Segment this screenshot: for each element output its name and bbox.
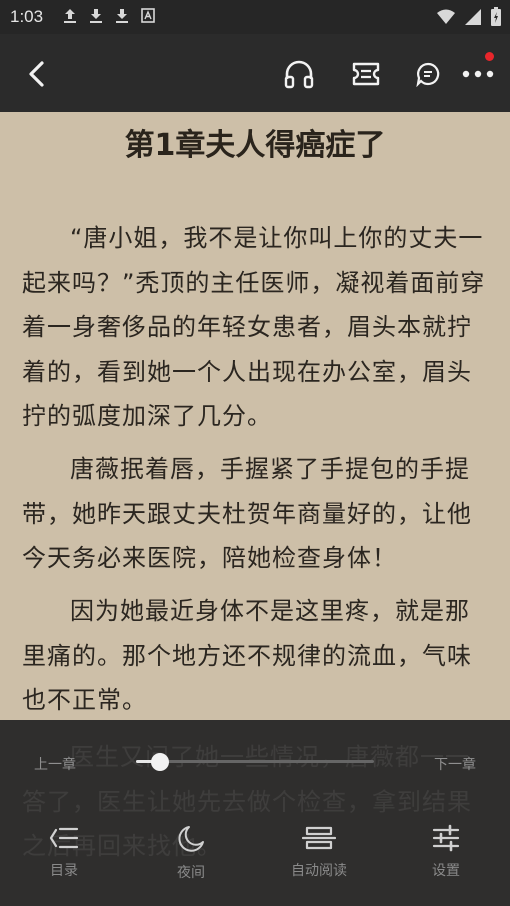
toc-label: 目录 (50, 863, 78, 879)
comment-icon (416, 62, 440, 87)
progress-thumb[interactable] (150, 753, 169, 771)
download-icon (90, 9, 102, 23)
notification-dot (485, 52, 494, 61)
battery-icon (491, 7, 501, 26)
paragraph: 因为她最近身体不是这里疼，就是那里痛的。那个地方还不规律的流血，气味也不正常。 (22, 597, 472, 714)
bottom-control-panel: 医生又问了她一些情况，唐薇都一一答了，医生让她先去做个检查，拿到结果之后再回来找… (0, 720, 510, 906)
headphones-icon (284, 60, 314, 89)
status-time: 1:03 (10, 7, 44, 26)
status-notification-icons (62, 7, 156, 25)
prev-chapter-button[interactable]: 上一章 (34, 754, 76, 774)
comment-button[interactable] (408, 54, 448, 94)
auto-read-label: 自动阅读 (291, 863, 347, 879)
moon-icon (178, 826, 204, 852)
chapter-title: 第1章夫人得癌症了 (124, 128, 386, 163)
settings-button[interactable]: 设置 (401, 824, 491, 880)
status-bar: 1:03 (0, 0, 510, 34)
ticket-button[interactable] (346, 54, 386, 94)
next-chapter-button[interactable]: 下一章 (434, 754, 476, 774)
toc-button[interactable]: 目录 (19, 824, 109, 880)
paragraph: 唐薇抿着唇，手握紧了手提包的手提带，她昨天跟丈夫杜贺年商量好的，让他今天务必来医… (22, 455, 472, 572)
ticket-icon (352, 62, 380, 86)
auto-read-button[interactable]: 自动阅读 (274, 824, 364, 880)
reader-toolbar (0, 34, 510, 112)
download-icon (116, 9, 128, 23)
night-mode-button[interactable]: 夜间 (146, 824, 236, 882)
settings-icon (432, 824, 460, 852)
more-button[interactable] (458, 52, 498, 94)
night-mode-label: 夜间 (177, 865, 205, 881)
wifi-icon (437, 9, 455, 24)
upload-icon (64, 9, 76, 23)
signal-icon (465, 9, 481, 25)
status-system-icons (436, 7, 502, 27)
back-button[interactable] (17, 54, 57, 94)
back-arrow-icon (29, 61, 44, 87)
toc-icon (49, 827, 79, 849)
listen-button[interactable] (279, 54, 319, 94)
auto-read-icon (302, 826, 336, 850)
reading-area[interactable]: 第1章夫人得癌症了 “唐小姐，我不是让你叫上你的丈夫一起来吗？”秃顶的主任医师，… (0, 112, 510, 720)
font-icon (141, 8, 155, 23)
paragraph: “唐小姐，我不是让你叫上你的丈夫一起来吗？”秃顶的主任医师，凝视着面前穿着一身奢… (22, 224, 486, 430)
more-icon (462, 70, 494, 78)
chapter-progress-slider[interactable] (136, 753, 374, 771)
settings-label: 设置 (432, 863, 460, 879)
